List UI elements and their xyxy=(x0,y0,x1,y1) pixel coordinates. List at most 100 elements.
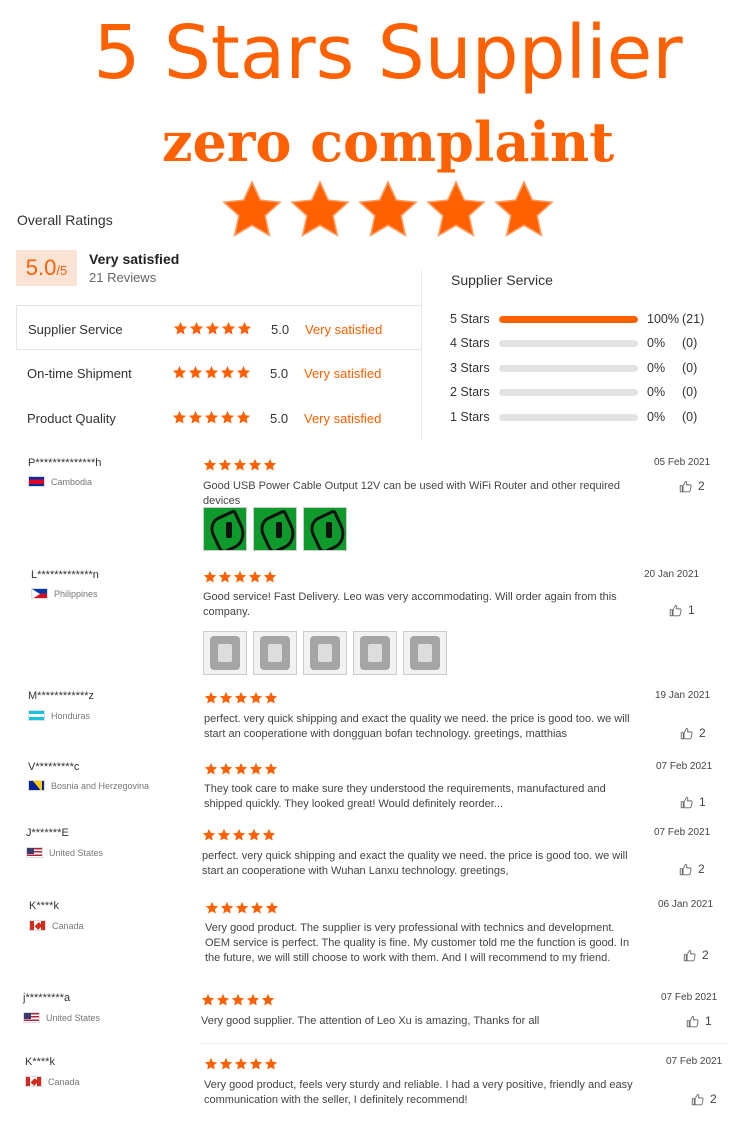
criteria-table: Supplier Service 5.0 Very satisfied On-t… xyxy=(16,305,422,440)
criteria-stars xyxy=(172,410,251,425)
review-photo[interactable] xyxy=(303,507,347,551)
star-icon xyxy=(233,570,247,583)
star-icon xyxy=(261,993,275,1006)
reviewer-country: Canada xyxy=(25,1076,80,1087)
country-name: Canada xyxy=(48,1076,80,1087)
section-divider xyxy=(421,270,422,440)
star-icon xyxy=(235,901,249,914)
flag-canton xyxy=(27,848,34,854)
reviewer-name: V*********c xyxy=(28,761,80,773)
star-icon xyxy=(234,691,248,704)
thumbs-up-icon xyxy=(680,796,693,808)
philippines-flag-icon xyxy=(31,588,48,599)
star-icon xyxy=(220,901,234,914)
star-breakdown: 5 Stars 100% (21) 4 Stars 0% (0) 3 Stars… xyxy=(450,312,740,434)
review-photo[interactable] xyxy=(303,631,347,675)
star-bar-track xyxy=(499,316,638,323)
banner-title: 5 Stars Supplier xyxy=(93,10,683,96)
star-bar-label: 5 Stars xyxy=(450,312,490,326)
country-name: Canada xyxy=(52,920,84,931)
country-name: United States xyxy=(49,847,104,858)
helpful-button[interactable]: 2 xyxy=(680,726,706,740)
star-icon xyxy=(237,321,252,335)
star-icon xyxy=(172,410,187,424)
review-stars xyxy=(202,828,276,842)
criteria-row-product-quality[interactable]: Product Quality 5.0 Very satisfied xyxy=(16,395,422,440)
service-breakdown-title: Supplier Service xyxy=(451,272,553,288)
star-icon xyxy=(247,828,261,841)
maple-leaf-icon xyxy=(30,1078,39,1086)
review-text: Very good supplier. The attention of Leo… xyxy=(201,1015,540,1027)
review-date: 06 Jan 2021 xyxy=(658,899,714,910)
review-date: 20 Jan 2021 xyxy=(644,569,700,580)
helpful-count: 1 xyxy=(705,1014,712,1028)
helpful-button[interactable]: 2 xyxy=(679,479,705,493)
usa-flag-icon xyxy=(26,847,43,858)
thumbs-up-icon xyxy=(680,727,693,739)
helpful-count: 2 xyxy=(710,1092,717,1106)
star-icon xyxy=(248,570,262,583)
review-stars xyxy=(205,901,279,915)
criteria-score: 5.0 xyxy=(271,322,290,337)
review-date: 05 Feb 2021 xyxy=(654,457,711,468)
thumbs-up-icon xyxy=(683,949,696,961)
star-icon xyxy=(248,458,262,471)
helpful-button[interactable]: 2 xyxy=(691,1092,717,1106)
star-bar-row[interactable]: 2 Stars 0% (0) xyxy=(450,385,740,409)
star-bar-percent: 0% xyxy=(647,336,666,351)
helpful-button[interactable]: 1 xyxy=(669,603,695,617)
star-icon xyxy=(234,762,248,775)
review-photo[interactable] xyxy=(253,631,297,675)
star-icon xyxy=(220,365,235,379)
criteria-row-supplier-service[interactable]: Supplier Service 5.0 Very satisfied xyxy=(16,305,422,350)
star-icon xyxy=(204,762,218,775)
review-date: 07 Feb 2021 xyxy=(654,827,711,838)
flag-canton xyxy=(24,1013,31,1019)
star-bar-label: 4 Stars xyxy=(450,336,490,351)
review-stars xyxy=(201,993,275,1007)
star-icon xyxy=(205,321,220,335)
star-bar-row[interactable]: 4 Stars 0% (0) xyxy=(450,336,740,360)
criteria-name: Supplier Service xyxy=(28,322,123,337)
star-bar-track xyxy=(499,413,638,421)
helpful-button[interactable]: 1 xyxy=(686,1014,712,1028)
star-bar-row[interactable]: 1 Stars 0% (0) xyxy=(450,410,740,434)
reviewer-country: Cambodia xyxy=(28,476,92,487)
review-photo[interactable] xyxy=(403,631,447,675)
criteria-name: On-time Shipment xyxy=(27,366,132,381)
helpful-button[interactable]: 1 xyxy=(680,795,706,809)
star-icon xyxy=(236,410,251,424)
star-bar-fill xyxy=(499,316,638,323)
review-stars xyxy=(204,762,278,776)
star-icon xyxy=(222,180,282,237)
country-name: Bosnia and Herzegovina xyxy=(51,780,150,791)
reviewer-name: M************z xyxy=(28,690,95,702)
review-photo[interactable] xyxy=(203,507,247,551)
helpful-button[interactable]: 2 xyxy=(683,948,709,962)
review-text: perfect. very quick shipping and exact t… xyxy=(202,850,628,877)
criteria-stars xyxy=(173,321,252,336)
criteria-name: Product Quality xyxy=(27,411,116,426)
review-text: perfect. very quick shipping and exact t… xyxy=(204,713,630,740)
overall-score-max: /5 xyxy=(56,263,68,278)
star-bar-row[interactable]: 5 Stars 100% (21) xyxy=(450,312,740,336)
review-photo[interactable] xyxy=(203,631,247,675)
review-text: Good USB Power Cable Output 12V can be u… xyxy=(203,480,621,507)
star-bar-track xyxy=(499,389,638,397)
review-text: Good service! Fast Delivery. Leo was ver… xyxy=(203,591,617,618)
star-icon xyxy=(250,901,264,914)
review-photo[interactable] xyxy=(353,631,397,675)
thumbs-up-icon xyxy=(679,863,692,875)
banner-stars xyxy=(220,178,560,242)
review-photo[interactable] xyxy=(253,507,297,551)
star-icon xyxy=(188,365,203,379)
helpful-button[interactable]: 2 xyxy=(679,862,705,876)
reviewer-name: K****k xyxy=(25,1056,55,1068)
star-bar-row[interactable]: 3 Stars 0% (0) xyxy=(450,361,740,385)
star-bar-count: (21) xyxy=(682,312,705,326)
criteria-row-on-time-shipment[interactable]: On-time Shipment 5.0 Very satisfied xyxy=(16,350,422,395)
star-icon xyxy=(204,1057,218,1070)
star-icon xyxy=(234,1057,248,1070)
helpful-count: 2 xyxy=(698,862,705,876)
star-icon xyxy=(172,365,187,379)
